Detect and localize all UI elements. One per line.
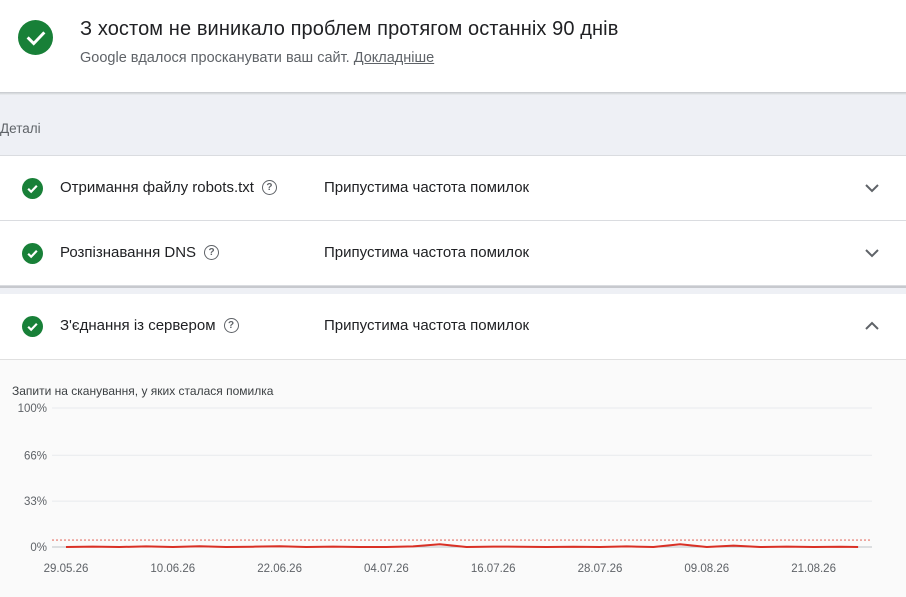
- chevron-up-icon[interactable]: [862, 316, 882, 336]
- details-section-header: Деталі: [0, 95, 906, 156]
- error-rate-chart: Запити на сканування, у яких сталася пом…: [0, 360, 906, 597]
- check-circle-icon: [18, 20, 53, 55]
- check-circle-icon: [22, 316, 43, 337]
- y-tick-label: 66%: [24, 450, 47, 462]
- row-dns[interactable]: Розпізнавання DNS ? Припустима частота п…: [0, 221, 906, 286]
- help-icon[interactable]: ?: [223, 318, 239, 333]
- chevron-down-icon[interactable]: [862, 243, 882, 263]
- x-tick-label: 28.07.26: [578, 563, 623, 575]
- details-label: Деталі: [0, 121, 41, 136]
- row-status: Припустима частота помилок: [324, 244, 530, 261]
- help-icon[interactable]: ?: [261, 180, 277, 195]
- header-subtitle: Google вдалося просканувати ваш сайт. До…: [80, 50, 434, 66]
- row-status: Припустима частота помилок: [324, 179, 530, 196]
- row-robots-txt[interactable]: Отримання файлу robots.txt ? Припустима …: [0, 156, 906, 221]
- check-circle-icon: [22, 243, 43, 264]
- y-tick-label: 100%: [18, 403, 47, 415]
- row-name: Розпізнавання DNS ?: [60, 244, 220, 261]
- x-tick-label: 21.08.26: [791, 563, 836, 575]
- x-tick-label: 16.07.26: [471, 563, 516, 575]
- subtitle-text: Google вдалося просканувати ваш сайт.: [80, 50, 350, 66]
- help-icon[interactable]: ?: [204, 245, 220, 260]
- x-tick-label: 22.06.26: [257, 563, 302, 575]
- row-label: З'єднання із сервером: [60, 317, 216, 334]
- x-tick-label: 29.05.26: [44, 563, 89, 575]
- x-tick-label: 04.07.26: [364, 563, 409, 575]
- x-tick-label: 10.06.26: [150, 563, 195, 575]
- learn-more-link[interactable]: Докладніше: [354, 50, 434, 66]
- y-tick-label: 33%: [24, 496, 47, 508]
- row-server-connection[interactable]: З'єднання із сервером ? Припустима часто…: [0, 294, 906, 360]
- summary-header: З хостом не виникало проблем протягом ос…: [0, 0, 906, 93]
- section-gap: [0, 286, 906, 294]
- row-label: Отримання файлу robots.txt: [60, 179, 254, 196]
- y-tick-label: 0%: [30, 542, 47, 554]
- row-label: Розпізнавання DNS: [60, 244, 197, 261]
- row-name: Отримання файлу robots.txt ?: [60, 179, 277, 196]
- row-name: З'єднання із сервером ?: [60, 317, 239, 334]
- x-tick-label: 09.08.26: [684, 563, 729, 575]
- series-line: [65, 543, 859, 548]
- chart-svg: 100% 66% 33% 0% 29.05.26 10.06.26 22.06.26 04.0…: [18, 403, 872, 575]
- page-title: З хостом не виникало проблем протягом ос…: [80, 18, 619, 40]
- check-circle-icon: [22, 178, 43, 199]
- chevron-down-icon[interactable]: [862, 178, 882, 198]
- row-status: Припустима частота помилок: [324, 317, 530, 334]
